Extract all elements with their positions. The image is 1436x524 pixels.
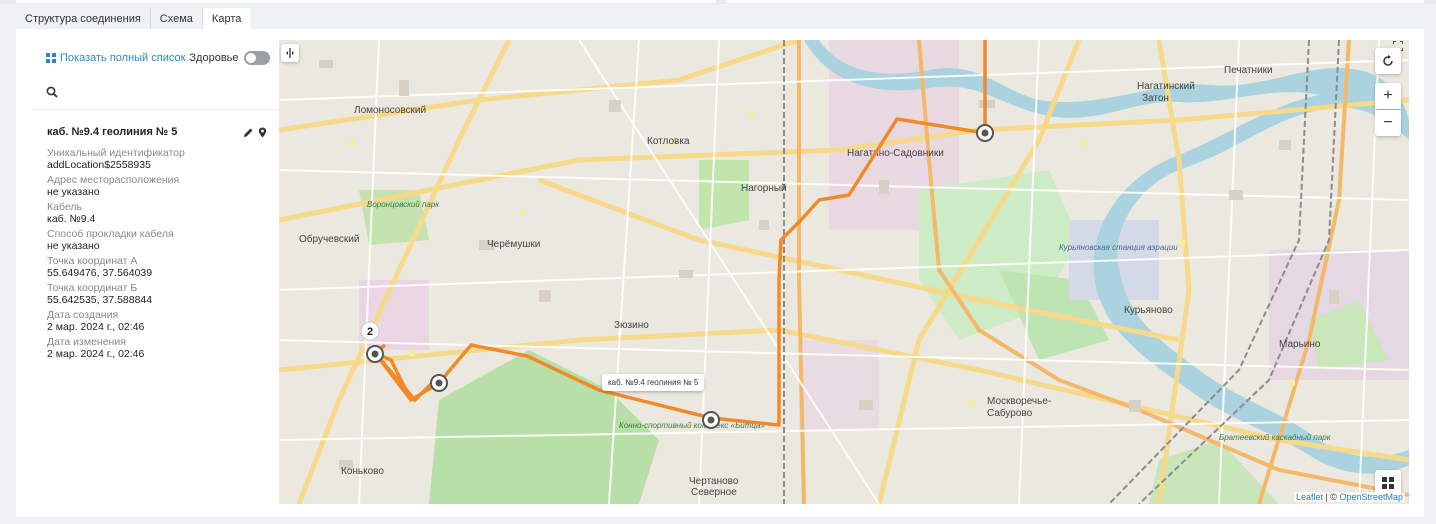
field-unique-id: Уникальный идентификатор addLocation$255… xyxy=(47,147,267,171)
map-label: Сабурово xyxy=(987,407,1033,419)
field-label: Дата изменения xyxy=(47,336,126,348)
route-marker[interactable] xyxy=(976,124,994,142)
health-label: Здоровье xyxy=(189,52,239,64)
cable-info: каб. №9.4 геолиния № 5 Уникальный иденти… xyxy=(47,123,267,360)
map-label: Москворечье- xyxy=(987,396,1051,407)
map-label: Нагатинский xyxy=(1137,81,1195,92)
cable-title-text: каб. №9.4 геолиния № 5 xyxy=(47,126,178,138)
location-pin-icon[interactable] xyxy=(258,125,267,143)
field-value: 55.642535, 37.588844 xyxy=(47,294,153,306)
route-marker[interactable] xyxy=(430,374,448,392)
sidebar: Показать полный список Здоровье каб. №9.… xyxy=(16,29,278,517)
top-panel-right xyxy=(726,0,1424,3)
field-label: Точка координат Б xyxy=(47,282,138,294)
tab-connection-structure[interactable]: Структура соединения xyxy=(16,8,151,30)
field-label: Точка координат А xyxy=(47,255,138,267)
field-label: Кабель xyxy=(47,201,82,213)
field-laying-method: Способ прокладки кабеля не указано xyxy=(47,228,267,252)
attribution-separator: | © xyxy=(1322,492,1340,502)
health-toggle[interactable] xyxy=(243,51,270,65)
map-label: Ломоносовский xyxy=(354,105,426,116)
field-value: не указано xyxy=(47,240,100,252)
map-tiles: Ломоносовский Котловка Нагорный Нагатино… xyxy=(279,40,1409,504)
collapse-sidebar-icon[interactable] xyxy=(281,44,299,62)
map-attribution: Leaflet | © OpenStreetMap xyxy=(1293,492,1405,502)
field-cable: Кабель каб. №9.4 xyxy=(47,201,267,225)
field-label: Адрес месторасположения xyxy=(47,174,180,186)
map-view[interactable]: Ломоносовский Котловка Нагорный Нагатино… xyxy=(279,40,1409,504)
map-label: Северное xyxy=(691,487,737,498)
zoom-out-button[interactable]: − xyxy=(1375,110,1401,136)
field-modified: Дата изменения 2 мар. 2024 г., 02:46 xyxy=(47,336,267,360)
list-controls: Показать полный список Здоровье xyxy=(46,51,270,65)
map-label: Чертаново xyxy=(689,476,739,487)
map-label: Курьяновская станция аэрации xyxy=(1059,243,1178,252)
view-tabs: Структура соединения Схема Карта xyxy=(16,8,251,30)
map-label: Воронцовский парк xyxy=(367,200,440,209)
zoom-in-button[interactable]: + xyxy=(1375,83,1401,109)
cluster-badge[interactable]: 2 xyxy=(360,321,380,341)
cluster-count: 2 xyxy=(367,326,373,338)
map-label: Братеевский каскадный парк xyxy=(1219,433,1332,442)
divider xyxy=(32,109,278,110)
route-marker[interactable] xyxy=(366,345,384,363)
pencil-icon[interactable] xyxy=(243,125,254,143)
cable-title: каб. №9.4 геолиния № 5 xyxy=(47,123,267,141)
field-value: 2 мар. 2024 г., 02:46 xyxy=(47,348,145,360)
leaflet-link[interactable]: Leaflet xyxy=(1296,492,1323,502)
map-label: Котловка xyxy=(647,136,690,147)
map-label: Курьяново xyxy=(1124,305,1173,316)
map-label: Обручевский xyxy=(299,233,359,245)
map-label: Зюзино xyxy=(614,320,649,331)
field-address: Адрес месторасположения не указано xyxy=(47,174,267,198)
reset-view-icon[interactable] xyxy=(1375,48,1401,74)
route-popup: каб. №9.4 геолиния № 5 xyxy=(602,374,705,391)
map-label: Печатники xyxy=(1224,65,1273,76)
field-value: каб. №9.4 xyxy=(47,213,96,225)
field-value: не указано xyxy=(47,186,100,198)
grid-icon xyxy=(46,53,56,63)
field-point-b: Точка координат Б 55.642535, 37.588844 xyxy=(47,282,267,306)
map-label: Марьино xyxy=(1279,339,1321,350)
field-label: Способ прокладки кабеля xyxy=(47,228,174,240)
tab-scheme[interactable]: Схема xyxy=(151,8,203,30)
search-icon[interactable] xyxy=(46,85,58,103)
osm-link[interactable]: OpenStreetMap xyxy=(1339,492,1403,502)
field-created: Дата создания 2 мар. 2024 г., 02:46 xyxy=(47,309,267,333)
route-marker[interactable] xyxy=(702,411,720,429)
map-label: Затон xyxy=(1142,93,1169,104)
field-point-a: Точка координат А 55.649476, 37.564039 xyxy=(47,255,267,279)
top-strip xyxy=(0,0,1436,4)
map-label: Черёмушки xyxy=(487,239,540,250)
field-label: Дата создания xyxy=(47,309,119,321)
field-value: addLocation$2558935 xyxy=(47,159,151,171)
map-label: Коньково xyxy=(341,466,384,477)
cable-tools xyxy=(243,125,267,143)
field-label: Уникальный идентификатор xyxy=(47,147,185,159)
map-label: Нагатино-Садовники xyxy=(847,148,944,159)
content-card: Показать полный список Здоровье каб. №9.… xyxy=(16,29,1424,517)
field-value: 2 мар. 2024 г., 02:46 xyxy=(47,321,145,333)
tab-map[interactable]: Карта xyxy=(202,8,251,30)
top-panel-left xyxy=(16,0,716,3)
field-value: 55.649476, 37.564039 xyxy=(47,267,153,279)
map-label: Нагорный xyxy=(741,183,787,194)
show-full-list-link[interactable]: Показать полный список xyxy=(60,52,185,64)
